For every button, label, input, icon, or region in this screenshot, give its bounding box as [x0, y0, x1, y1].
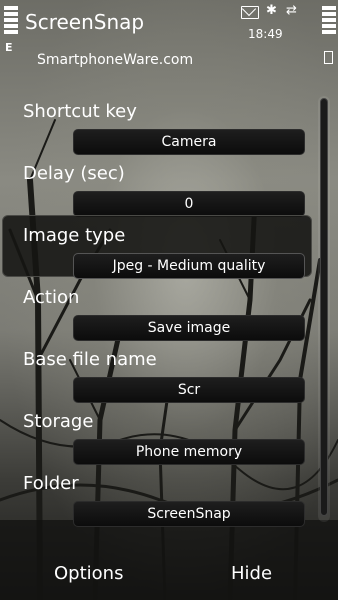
operator-name: SmartphoneWare.com	[37, 52, 194, 68]
battery-icon	[322, 6, 336, 36]
network-e-icon: E	[5, 41, 13, 54]
setting-label: Action	[23, 287, 80, 308]
setting-image-type[interactable]: Image type Jpeg - Medium quality	[0, 214, 338, 279]
setting-label: Base file name	[23, 349, 157, 370]
setting-folder[interactable]: Folder ScreenSnap	[0, 462, 338, 527]
envelope-icon	[241, 6, 259, 19]
setting-value[interactable]: ScreenSnap	[73, 501, 305, 527]
usb-arrow-icon: ⇄	[286, 3, 297, 18]
bluetooth-icon: ✱	[266, 3, 277, 18]
settings-list: Shortcut key Camera Delay (sec) 0 Image …	[0, 90, 338, 527]
setting-shortcut-key[interactable]: Shortcut key Camera	[0, 90, 338, 155]
setting-label: Delay (sec)	[23, 163, 125, 184]
scrollbar-thumb[interactable]	[320, 98, 328, 516]
setting-storage[interactable]: Storage Phone memory	[0, 400, 338, 465]
setting-base-file-name[interactable]: Base file name Scr	[0, 338, 338, 403]
scrollbar[interactable]	[318, 96, 330, 522]
setting-label: Folder	[23, 473, 79, 494]
hide-softkey[interactable]: Hide	[231, 563, 272, 584]
setting-label: Shortcut key	[23, 101, 137, 122]
options-softkey[interactable]: Options	[54, 563, 123, 584]
clock: 18:49	[248, 27, 283, 41]
signal-icon	[4, 6, 18, 36]
softkey-bar: Options Hide	[0, 548, 338, 600]
setting-action[interactable]: Action Save image	[0, 276, 338, 341]
app-title: ScreenSnap	[25, 10, 145, 34]
setting-label: Storage	[23, 411, 94, 432]
setting-delay[interactable]: Delay (sec) 0	[0, 152, 338, 217]
setting-label: Image type	[23, 225, 126, 246]
battery-small-icon	[324, 51, 333, 64]
status-bar: E ScreenSnap SmartphoneWare.com ✱ ⇄ 18:4…	[0, 0, 338, 80]
